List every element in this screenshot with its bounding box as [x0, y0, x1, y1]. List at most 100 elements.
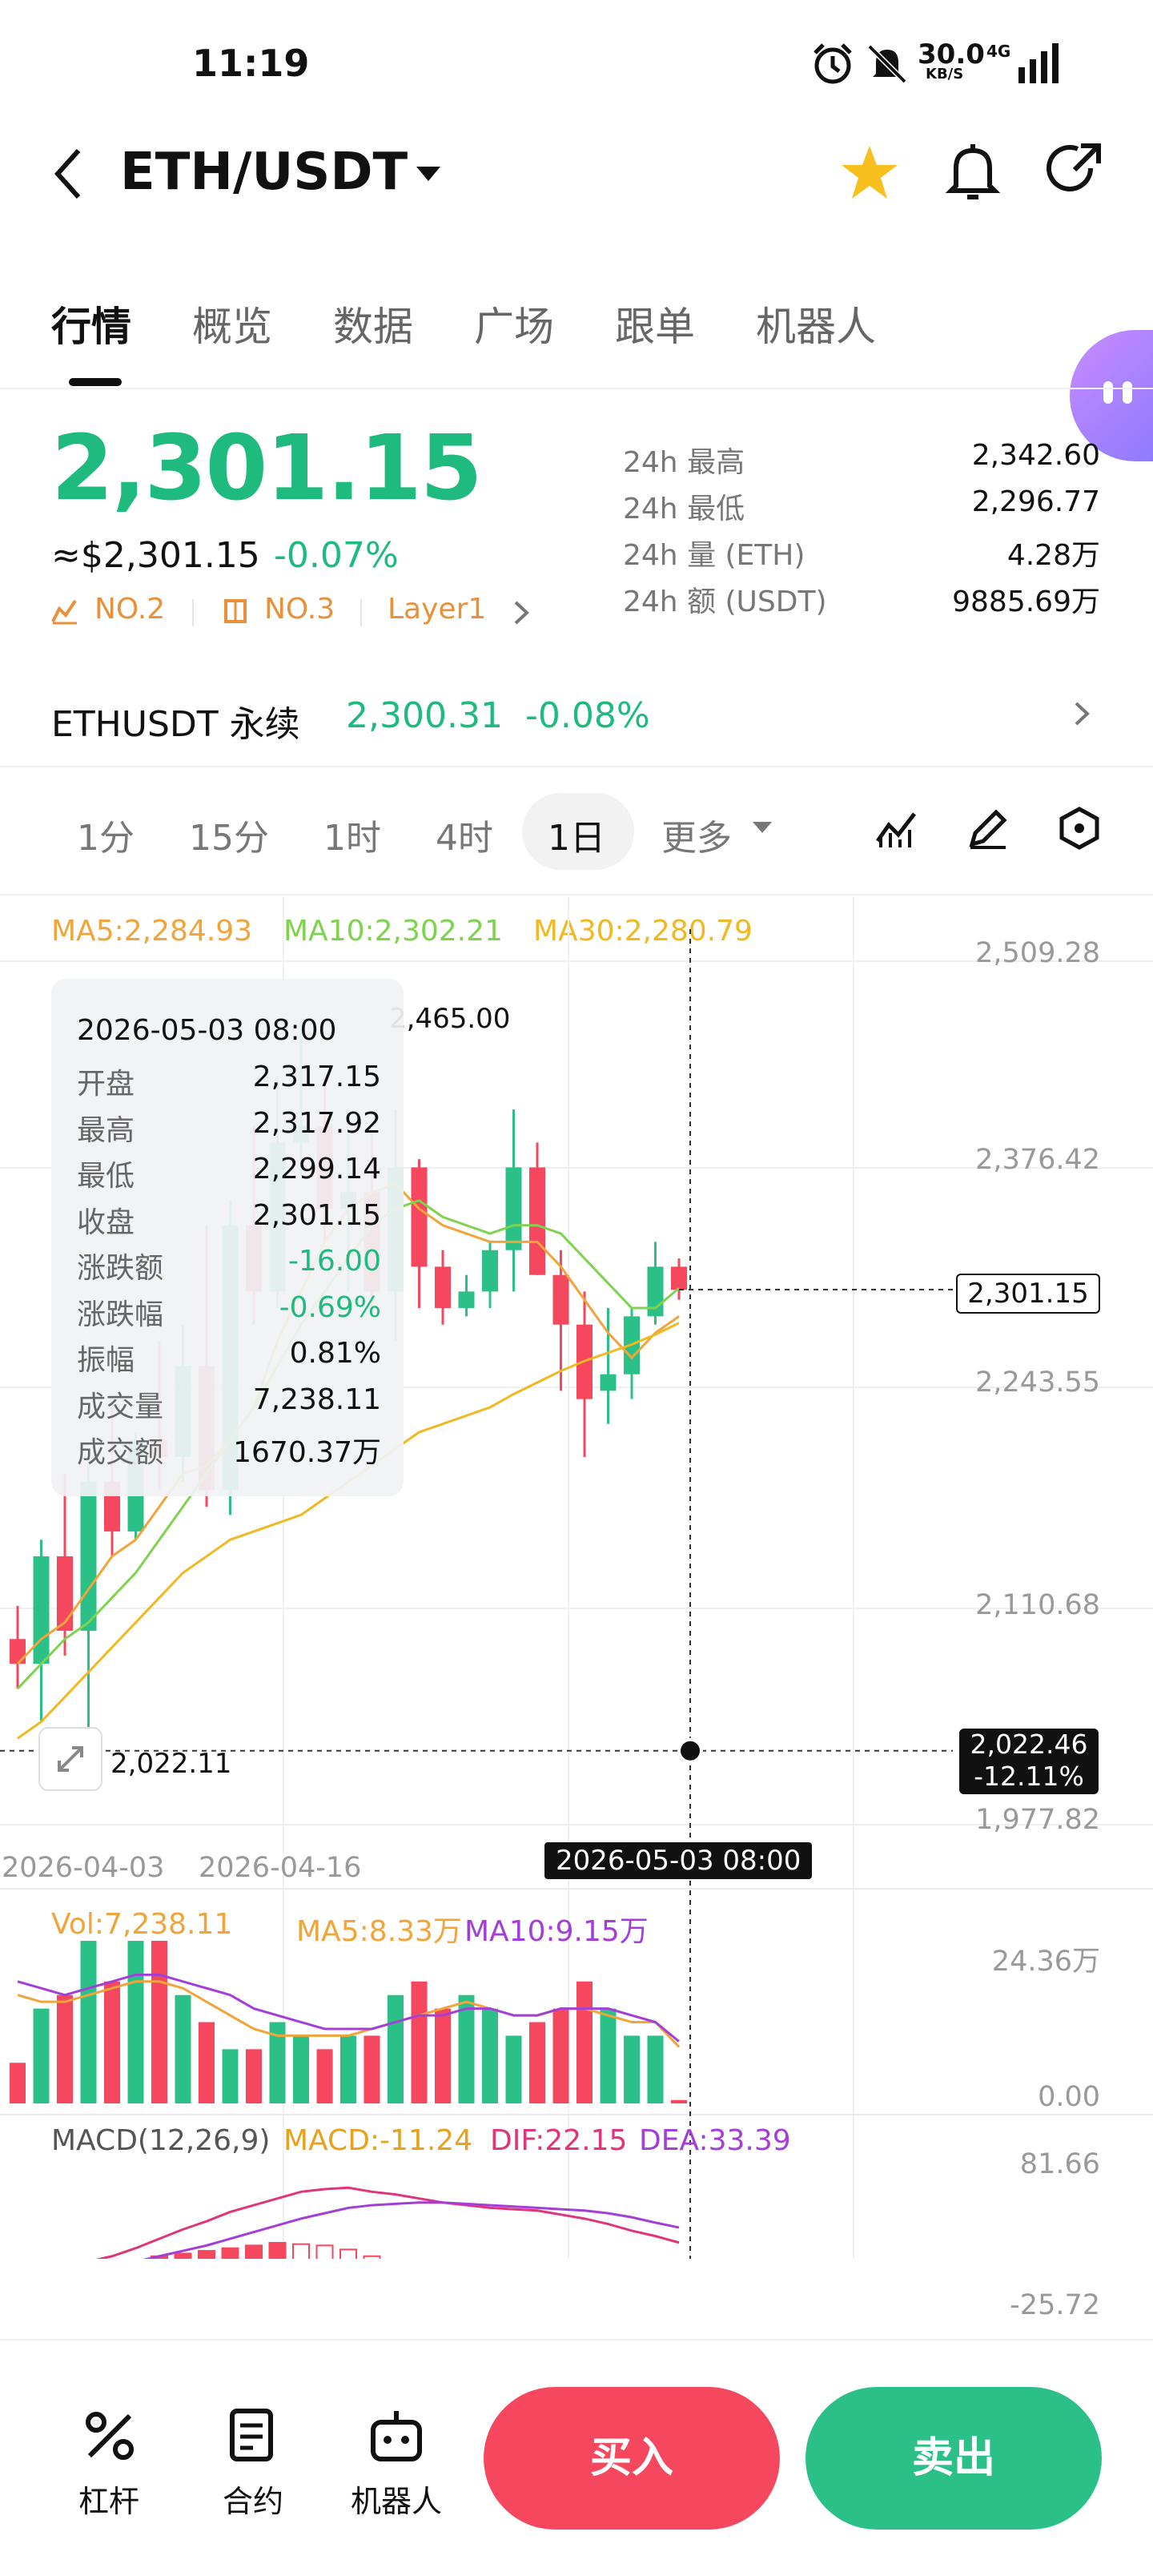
tooltip-key: 成交额 — [77, 1436, 164, 1469]
status-bar: 11:19 30.0 KB/S 4G — [0, 0, 1153, 120]
share-icon[interactable] — [1046, 141, 1105, 200]
chevron-right-icon[interactable] — [1073, 700, 1091, 727]
bot-icon[interactable] — [368, 2408, 424, 2464]
back-icon[interactable] — [50, 146, 85, 202]
bell-icon[interactable] — [945, 141, 1001, 203]
candle-body — [33, 1556, 50, 1664]
low-marker: 2,022.11 — [110, 1748, 232, 1780]
volume-bar — [411, 1981, 428, 2103]
interval-4h[interactable]: 4时 — [436, 809, 493, 860]
macd-bar — [221, 2247, 239, 2259]
tooltip-key: 最低 — [77, 1160, 135, 1193]
volume-bar — [151, 1941, 167, 2103]
alarm-icon — [814, 43, 852, 84]
candle-body — [411, 1167, 428, 1267]
volume-bar — [222, 2049, 239, 2103]
volume-bar — [624, 2035, 640, 2103]
vol-y-bottom: 0.00 — [1038, 2081, 1100, 2113]
y-tick-4: 2,110.68 — [975, 1589, 1100, 1621]
tooltip-key: 开盘 — [77, 1068, 135, 1101]
usd-equiv: ≈$2,301.15 — [51, 535, 260, 576]
macd-bar — [268, 2242, 287, 2259]
y-tick-3: 2,243.55 — [975, 1366, 1100, 1399]
net-speed-unit: KB/S — [926, 66, 964, 83]
volume-bar — [671, 2099, 687, 2103]
stat-value-high: 2,342.60 — [971, 439, 1100, 472]
star-icon[interactable] — [839, 143, 900, 202]
vol-ma10-legend: MA10:9.15万 — [464, 1915, 649, 1948]
volume-bar — [33, 2008, 50, 2103]
sell-button[interactable]: 卖出 — [805, 2387, 1102, 2530]
nav-leverage[interactable]: 杠杆 — [78, 2477, 139, 2521]
stat-label-low: 24h 最低 — [623, 493, 745, 525]
dif-value: DIF:22.15 — [490, 2124, 628, 2157]
y-tick-1: 2,509.28 — [975, 937, 1100, 969]
mute-bell-icon — [867, 44, 907, 84]
last-price: 2,301.15 — [51, 417, 483, 521]
tab-market[interactable]: 行情 — [51, 295, 131, 352]
crosshair-pct: -12.11% — [974, 1761, 1084, 1792]
interval-1h[interactable]: 1时 — [323, 809, 381, 860]
volume-bar — [175, 1994, 191, 2103]
tab-overview[interactable]: 概览 — [192, 295, 272, 352]
volume-bar — [293, 2035, 309, 2103]
caret-down-icon[interactable] — [751, 820, 773, 836]
volume-bar — [388, 1994, 404, 2103]
pair-title[interactable]: ETH/USDT — [120, 143, 408, 202]
volume-bar — [576, 1981, 593, 2103]
perpetual-change: -0.08% — [525, 695, 650, 736]
macd-legend: MACD(12,26,9) — [51, 2124, 271, 2157]
tooltip-key: 收盘 — [77, 1205, 135, 1239]
macd-bar — [363, 2255, 381, 2259]
draw-pen-icon[interactable] — [966, 806, 1010, 851]
chevron-right-icon[interactable] — [512, 599, 530, 626]
x-tick-2: 2026-04-16 — [199, 1852, 362, 1884]
indicator-icon[interactable] — [874, 806, 919, 851]
fullscreen-button[interactable] — [38, 1727, 102, 1791]
volume-bar — [316, 2049, 333, 2103]
settings-hex-icon[interactable] — [1057, 806, 1102, 851]
divider — [0, 894, 1153, 896]
contract-icon[interactable] — [227, 2408, 280, 2464]
candle-body — [552, 1274, 569, 1325]
volume-bar — [127, 1941, 144, 2103]
macd-bar — [174, 2252, 192, 2259]
tab-data[interactable]: 数据 — [333, 295, 413, 352]
tab-square[interactable]: 广场 — [474, 295, 554, 352]
vol-legend: Vol:7,238.11 — [51, 1908, 233, 1941]
interval-1m[interactable]: 1分 — [77, 809, 135, 860]
x-tick-1: 2026-04-03 — [2, 1852, 165, 1884]
macd-y-top: 81.66 — [1019, 2148, 1100, 2180]
volume-bar — [104, 1981, 120, 2103]
tooltip-key: 涨跌额 — [77, 1252, 164, 1285]
volume-bar — [552, 2008, 569, 2103]
rank-tag-2[interactable]: NO.3 — [264, 593, 335, 626]
volume-bar — [80, 1941, 97, 2103]
caret-down-icon[interactable] — [415, 165, 442, 184]
rank-tag-3[interactable]: Layer1 — [388, 593, 486, 626]
network-type: 4G — [986, 42, 1011, 61]
nav-bots[interactable]: 机器人 — [351, 2477, 442, 2521]
interval-more[interactable]: 更多 — [661, 809, 732, 860]
leverage-icon[interactable] — [83, 2409, 136, 2462]
interval-15m[interactable]: 15分 — [189, 809, 269, 860]
crosshair-time-tag: 2026-05-03 08:00 — [544, 1842, 813, 1879]
perpetual-label[interactable]: ETHUSDT 永续 — [51, 695, 300, 747]
crosshair-price-tag: 2,022.46 -12.11% — [959, 1729, 1099, 1794]
rank-tag-1[interactable]: NO.2 — [94, 593, 165, 626]
macd-value: MACD:-11.24 — [283, 2124, 473, 2157]
volume-bar — [482, 2008, 498, 2103]
interval-1d[interactable]: 1日 — [548, 809, 605, 860]
nav-contract[interactable]: 合约 — [223, 2477, 283, 2521]
tab-copy-trading[interactable]: 跟单 — [615, 295, 695, 352]
volume-bar — [364, 2035, 380, 2103]
candle-body — [482, 1250, 498, 1292]
tooltip-value: 1670.37万 — [233, 1436, 381, 1469]
macd-bar — [339, 2248, 357, 2259]
macd-bar — [315, 2244, 334, 2259]
volume-bar — [600, 2008, 617, 2103]
buy-button[interactable]: 买入 — [484, 2387, 780, 2530]
tab-bots[interactable]: 机器人 — [756, 295, 876, 352]
candle-body — [458, 1291, 475, 1309]
volume-bar — [505, 2035, 522, 2103]
